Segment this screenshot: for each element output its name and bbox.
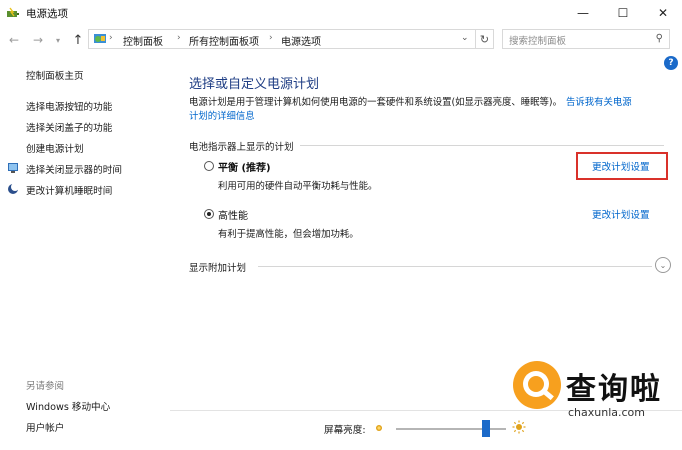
power-options-icon (7, 7, 19, 17)
breadcrumb-separator-icon: › (269, 33, 273, 43)
sidebar-item-control-panel-home[interactable]: 控制面板主页 (26, 68, 84, 82)
sidebar-item-create-plan[interactable]: 创建电源计划 (26, 141, 84, 155)
display-icon (8, 163, 18, 173)
plan-high-performance-name[interactable]: 高性能 (218, 207, 248, 222)
refresh-button[interactable]: ↻ (476, 29, 494, 49)
show-extra-plans-label[interactable]: 显示附加计划 (189, 260, 251, 274)
address-bar[interactable]: › 控制面板 › 所有控制面板项 › 电源选项 ⌄ (88, 29, 476, 49)
maximize-icon: ☐ (617, 6, 629, 20)
control-panel-icon (94, 34, 106, 43)
sleep-moon-icon (8, 183, 19, 194)
sidebar-item-display-off[interactable]: 选择关闭显示器的时间 (26, 162, 122, 176)
brightness-low-icon (376, 425, 382, 431)
sidebar-item-mobility-center[interactable]: Windows 移动中心 (26, 399, 110, 413)
battery-plans-heading: 电池指示器上显示的计划 (189, 139, 298, 153)
arrow-right-icon: → (32, 33, 44, 47)
learn-more-link[interactable]: 告诉我有关电源 (566, 97, 632, 108)
sidebar-item-user-accounts[interactable]: 用户帐户 (26, 420, 64, 434)
see-also-heading: 另请参阅 (26, 381, 65, 392)
arrow-up-icon: ↑ (72, 32, 84, 48)
brightness-slider-fill (396, 428, 487, 430)
refresh-icon: ↻ (479, 32, 490, 46)
recent-locations-button[interactable]: ▾ (50, 32, 66, 48)
chevron-down-icon: ⌄ (659, 260, 667, 270)
plan-balanced-name[interactable]: 平衡 (推荐) (218, 159, 271, 174)
plan-high-performance-settings-link[interactable]: 更改计划设置 (592, 207, 650, 221)
forward-button[interactable]: → (30, 32, 46, 48)
page-title: 选择或自定义电源计划 (189, 77, 320, 92)
address-dropdown-icon[interactable]: ⌄ (461, 33, 469, 43)
expand-button[interactable]: ⌄ (655, 257, 671, 273)
section-divider (300, 145, 664, 146)
maximize-button[interactable]: ☐ (606, 0, 640, 26)
navigation-bar: ← → ▾ ↑ › 控制面板 › 所有控制面板项 › 电源选项 ⌄ ↻ 搜索控制… (0, 26, 682, 54)
brightness-label: 屏幕亮度: (324, 425, 366, 436)
search-input[interactable]: 搜索控制面板 ⚲ (502, 29, 670, 49)
breadcrumb-power-options[interactable]: 电源选项 (281, 33, 321, 48)
plan-balanced-description: 利用可用的硬件自动平衡功耗与性能。 (218, 181, 378, 192)
close-icon: ✕ (657, 6, 669, 20)
breadcrumb-separator-icon: › (109, 33, 113, 43)
arrow-left-icon: ← (8, 33, 20, 47)
help-icon: ? (668, 58, 674, 68)
close-button[interactable]: ✕ (646, 0, 680, 26)
brightness-high-icon (512, 420, 526, 434)
up-button[interactable]: ↑ (70, 32, 86, 48)
chevron-down-icon: ▾ (55, 35, 60, 45)
minimize-button[interactable]: — (566, 0, 600, 26)
highlight-annotation (576, 152, 668, 180)
breadcrumb-separator-icon: › (177, 33, 181, 43)
plan-high-performance-description: 有利于提高性能，但会增加功耗。 (218, 229, 359, 240)
page-description: 电源计划是用于管理计算机如何使用电源的一套硬件和系统设置(如显示器亮度、睡眠等)… (189, 96, 632, 110)
back-button[interactable]: ← (6, 32, 22, 48)
plan-high-performance-radio[interactable] (204, 209, 214, 219)
plan-balanced-radio[interactable] (204, 161, 214, 171)
breadcrumb-control-panel[interactable]: 控制面板 (123, 33, 163, 48)
description-text: 电源计划是用于管理计算机如何使用电源的一套硬件和系统设置(如显示器亮度、睡眠等)… (189, 97, 562, 108)
watermark-text: 查询啦 (566, 372, 662, 407)
sidebar-item-power-button[interactable]: 选择电源按钮的功能 (26, 99, 112, 113)
search-icon[interactable]: ⚲ (656, 33, 663, 44)
brightness-slider-thumb[interactable] (482, 420, 491, 437)
watermark-logo-icon (513, 361, 561, 409)
breadcrumb-all-items[interactable]: 所有控制面板项 (189, 33, 259, 48)
sidebar-item-lid-close[interactable]: 选择关闭盖子的功能 (26, 120, 112, 134)
watermark-domain: chaxunla.com (568, 406, 645, 419)
extra-plans-divider (258, 266, 652, 267)
title-bar: 电源选项 — ☐ ✕ (0, 0, 682, 26)
minimize-icon: — (577, 6, 589, 20)
learn-more-link-continued[interactable]: 计划的详细信息 (189, 110, 255, 124)
search-placeholder: 搜索控制面板 (509, 36, 567, 47)
help-button[interactable]: ? (664, 56, 678, 70)
sidebar-item-sleep-time[interactable]: 更改计算机睡眠时间 (26, 183, 112, 197)
window-title: 电源选项 (26, 8, 68, 20)
